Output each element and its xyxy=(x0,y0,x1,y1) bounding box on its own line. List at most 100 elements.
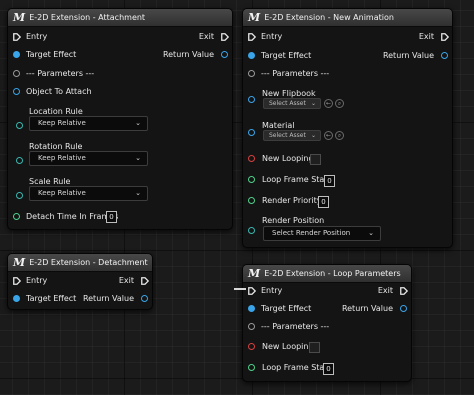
rotation-rule-pin[interactable] xyxy=(16,157,23,164)
target-effect-pin[interactable] xyxy=(13,51,20,58)
exit-label: Exit xyxy=(198,32,214,41)
chevron-down-icon: ⌄ xyxy=(135,154,141,162)
material-m-icon: M xyxy=(13,256,26,269)
exec-in-pin[interactable] xyxy=(248,287,256,295)
parameters-pin[interactable] xyxy=(248,323,255,330)
chevron-down-icon: ⌄ xyxy=(135,189,141,197)
return-value-label: Return Value xyxy=(382,51,434,60)
exec-out-pin[interactable] xyxy=(141,277,149,285)
chevron-down-icon: ⌄ xyxy=(368,229,374,237)
node-loop-parameters[interactable]: M E-2D Extension - Loop Parameters Entry… xyxy=(242,264,412,382)
dropdown-value: Keep Relative xyxy=(38,119,86,127)
chevron-down-icon: ⌄ xyxy=(310,100,316,107)
asset-picker-value: Select Asset xyxy=(269,132,306,139)
exec-out-pin[interactable] xyxy=(441,33,449,41)
loop-frame-start-pin[interactable] xyxy=(248,364,255,371)
exit-label: Exit xyxy=(118,276,134,285)
chevron-down-icon: ⌄ xyxy=(310,132,316,139)
return-value-label: Return Value xyxy=(162,50,214,59)
dropdown-value: Keep Relative xyxy=(38,189,86,197)
scale-rule-pin[interactable] xyxy=(16,192,23,199)
object-to-attach-label: Object To Attach xyxy=(26,87,92,96)
dropdown-value: Keep Relative xyxy=(38,154,86,162)
entry-label: Entry xyxy=(261,286,283,295)
node-header[interactable]: M E-2D Extension - Loop Parameters xyxy=(243,265,411,283)
entry-label: Entry xyxy=(261,32,283,41)
return-value-pin[interactable] xyxy=(400,305,407,312)
render-priority-input[interactable]: 0 xyxy=(318,196,329,208)
return-value-label: Return Value xyxy=(82,294,134,303)
new-looping-label: New Looping xyxy=(262,154,314,163)
new-flipbook-pin[interactable] xyxy=(248,96,255,103)
scale-rule-dropdown[interactable]: Keep Relative ⌄ xyxy=(29,186,148,201)
exec-wire[interactable] xyxy=(234,288,246,290)
node-title: E-2D Extension - New Animation xyxy=(264,13,394,22)
browse-icon[interactable]: ⌕ xyxy=(335,131,344,140)
material-m-icon: M xyxy=(248,267,261,280)
parameters-label: --- Parameters --- xyxy=(261,69,330,78)
asset-picker-value: Select Asset xyxy=(269,100,306,107)
parameters-pin[interactable] xyxy=(248,70,255,77)
exec-out-pin[interactable] xyxy=(400,287,408,295)
render-position-pin[interactable] xyxy=(248,227,255,234)
location-rule-dropdown[interactable]: Keep Relative ⌄ xyxy=(29,116,148,131)
exec-in-pin[interactable] xyxy=(13,33,21,41)
detach-time-label: Detach Time In Frames xyxy=(26,212,119,221)
material-asset-picker[interactable]: Select Asset ⌄ xyxy=(263,130,321,141)
node-title: E-2D Extension - Loop Parameters xyxy=(264,269,401,278)
loop-frame-start-input[interactable]: 0 xyxy=(324,175,335,187)
material-m-icon: M xyxy=(13,11,26,24)
entry-label: Entry xyxy=(26,32,48,41)
return-value-pin[interactable] xyxy=(221,51,228,58)
use-selected-icon[interactable]: ← xyxy=(324,131,333,140)
target-effect-pin[interactable] xyxy=(248,305,255,312)
new-looping-checkbox[interactable] xyxy=(309,342,320,353)
target-effect-label: Target Effect xyxy=(261,304,312,313)
new-looping-label: New Looping xyxy=(262,342,314,351)
detach-time-input[interactable]: 0 xyxy=(106,211,117,223)
return-value-pin[interactable] xyxy=(141,295,148,302)
node-header[interactable]: M E-2D Extension - Detachment xyxy=(8,254,152,272)
new-looping-pin[interactable] xyxy=(248,343,255,350)
return-value-label: Return Value xyxy=(341,304,393,313)
render-priority-pin[interactable] xyxy=(248,197,255,204)
parameters-pin[interactable] xyxy=(13,70,20,77)
target-effect-label: Target Effect xyxy=(26,50,77,59)
exec-in-pin[interactable] xyxy=(248,33,256,41)
render-position-dropdown[interactable]: Select Render Position ⌄ xyxy=(263,226,381,241)
parameters-label: --- Parameters --- xyxy=(261,322,330,331)
new-looping-pin[interactable] xyxy=(248,155,255,162)
material-pin[interactable] xyxy=(248,129,255,136)
object-to-attach-pin[interactable] xyxy=(13,88,20,95)
render-priority-label: Render Priority xyxy=(262,196,322,205)
target-effect-pin[interactable] xyxy=(248,52,255,59)
browse-icon[interactable]: ⌕ xyxy=(335,99,344,108)
use-selected-icon[interactable]: ← xyxy=(324,99,333,108)
loop-frame-start-input[interactable]: 0 xyxy=(323,363,334,375)
exec-out-pin[interactable] xyxy=(221,33,229,41)
loop-frame-start-label: Loop Frame Start xyxy=(262,363,331,372)
detach-time-pin[interactable] xyxy=(13,213,20,220)
node-detachment[interactable]: M E-2D Extension - Detachment Entry Exit… xyxy=(7,253,153,310)
rotation-rule-dropdown[interactable]: Keep Relative ⌄ xyxy=(29,151,148,166)
node-new-animation[interactable]: M E-2D Extension - New Animation Entry E… xyxy=(242,8,453,248)
loop-frame-start-label: Loop Frame Start xyxy=(262,175,331,184)
dropdown-value: Select Render Position xyxy=(272,229,351,237)
node-attachment[interactable]: M E-2D Extension - Attachment Entry Exit… xyxy=(7,8,233,230)
node-header[interactable]: M E-2D Extension - Attachment xyxy=(8,9,232,27)
loop-frame-start-pin[interactable] xyxy=(248,176,255,183)
return-value-pin[interactable] xyxy=(441,52,448,59)
entry-label: Entry xyxy=(26,276,48,285)
new-looping-checkbox[interactable] xyxy=(310,154,321,165)
node-title: E-2D Extension - Detachment xyxy=(29,258,148,267)
target-effect-pin[interactable] xyxy=(13,295,20,302)
node-title: E-2D Extension - Attachment xyxy=(29,13,146,22)
material-m-icon: M xyxy=(248,11,261,24)
new-flipbook-asset-picker[interactable]: Select Asset ⌄ xyxy=(263,98,321,109)
parameters-label: --- Parameters --- xyxy=(26,69,95,78)
exit-label: Exit xyxy=(377,286,393,295)
exec-in-pin[interactable] xyxy=(13,277,21,285)
node-header[interactable]: M E-2D Extension - New Animation xyxy=(243,9,452,27)
target-effect-label: Target Effect xyxy=(261,51,312,60)
location-rule-pin[interactable] xyxy=(16,122,23,129)
